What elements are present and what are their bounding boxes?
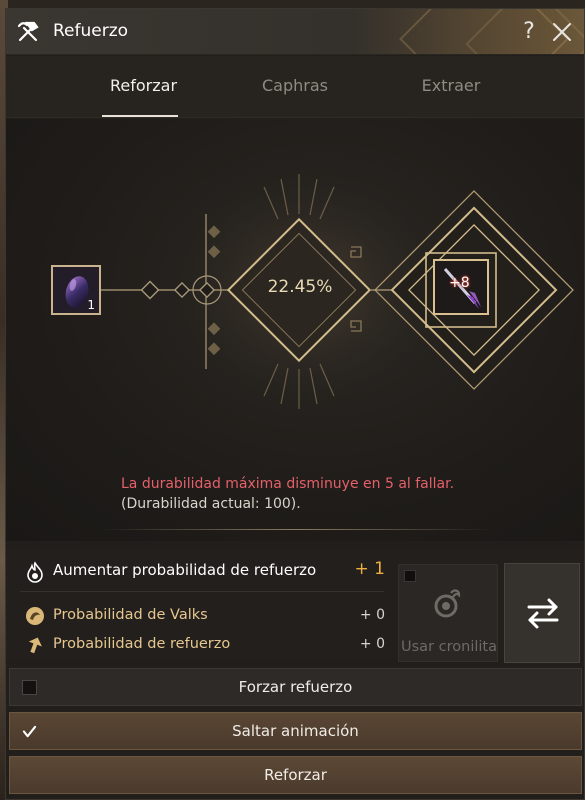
title-bar[interactable]: Refuerzo ? [6, 9, 584, 55]
arrow-up-icon [28, 637, 42, 654]
bonus-value: + 0 [359, 636, 385, 652]
durability-warning: La durabilidad máxima disminuye en 5 al … [121, 474, 454, 514]
bonus-row-valks: Probabilidad de Valks + 0 [20, 603, 385, 629]
bonus-label: Aumentar probabilidad de refuerzo [53, 561, 317, 579]
hammer-icon [17, 21, 39, 42]
enhancement-stage: 1 22.45% +8 La durabilidad máxima dismin… [6, 119, 584, 541]
enhancement-window: Refuerzo ? Reforzar Caphras Extraer 1 22… [5, 8, 585, 800]
background-top [0, 0, 585, 8]
tab-reforzar[interactable]: Reforzar [102, 76, 178, 117]
force-label: Forzar refuerzo [238, 678, 353, 696]
item-enhance-level: +8 [449, 275, 470, 291]
tab-bar: Reforzar Caphras Extraer [6, 56, 584, 118]
success-chance: 22.45% [267, 277, 333, 297]
help-button[interactable]: ? [517, 18, 541, 46]
force-enhance-toggle[interactable]: Forzar refuerzo [9, 668, 582, 706]
skip-label: Saltar animación [232, 722, 359, 740]
bonus-row-enhance: Probabilidad de refuerzo + 0 [20, 632, 385, 658]
flame-icon [27, 561, 43, 583]
material-count: 1 [87, 298, 95, 312]
material-slot[interactable]: 1 [51, 265, 101, 315]
row-divider [20, 591, 384, 592]
cronstone-label: Usar cronilita [401, 639, 497, 655]
enhance-label: Reforzar [264, 766, 327, 784]
cronstone-toggle[interactable]: Usar cronilita [398, 564, 498, 662]
valks-icon [26, 607, 44, 625]
item-slot[interactable]: +8 [433, 259, 489, 315]
bonus-row-total: Aumentar probabilidad de refuerzo + 1 [20, 559, 385, 585]
window-title: Refuerzo [53, 21, 129, 41]
warning-text: La durabilidad máxima disminuye en 5 al … [121, 476, 455, 492]
bonus-label: Probabilidad de Valks [53, 607, 208, 623]
stage-divider [101, 529, 491, 530]
skip-animation-toggle[interactable]: Saltar animación [9, 712, 582, 750]
durability-text: (Durabilidad actual: 100). [121, 496, 301, 512]
bonus-value: + 1 [354, 559, 385, 579]
bonus-panel: Aumentar probabilidad de refuerzo + 1 Pr… [6, 549, 584, 663]
swap-button[interactable] [504, 563, 580, 663]
close-icon[interactable] [550, 18, 574, 46]
cronstone-checkbox[interactable] [404, 570, 416, 582]
tab-extraer[interactable]: Extraer [420, 76, 482, 106]
bonus-label: Probabilidad de refuerzo [53, 636, 231, 652]
swap-icon [527, 598, 559, 629]
bonus-value: + 0 [359, 607, 385, 623]
cronstone-icon [434, 589, 461, 618]
tab-caphras[interactable]: Caphras [262, 76, 328, 106]
enhance-button[interactable]: Reforzar [9, 756, 582, 794]
